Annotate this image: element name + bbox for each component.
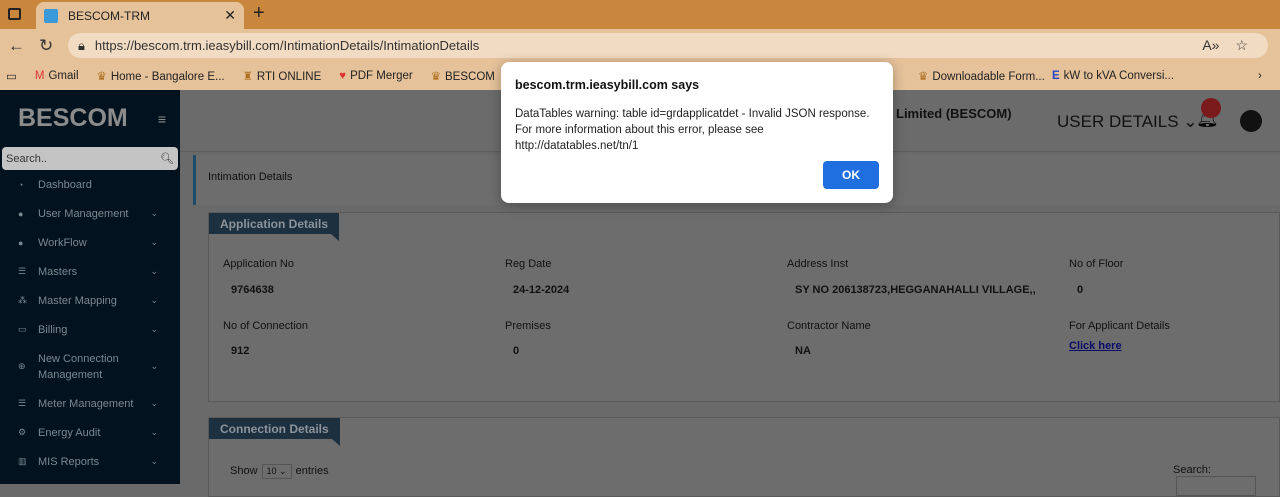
connection-details-panel: Connection Details Show 10 ⌄ entries Searc… — [208, 417, 1280, 497]
chevron-down-icon: ⌄ — [150, 208, 158, 218]
bookmark-bescom[interactable]: ♛ BESCOM — [431, 69, 495, 83]
bar-chart-icon: ▥ — [18, 456, 27, 466]
favorite-icon[interactable]: ☆ — [1235, 37, 1248, 54]
bookmark-rti[interactable]: ♜ RTI ONLINE — [243, 69, 322, 83]
dialog-message: DataTables warning: table id=grdapplicat… — [515, 108, 870, 152]
sidebar-item-meter-management[interactable]: ☰ Meter Management ⌄ — [0, 389, 180, 418]
sidebar-item-new-connection[interactable]: ⊕ New Connection Management ⌄ — [0, 344, 180, 389]
field-label: Contractor Name — [787, 320, 871, 332]
field-label: Reg Date — [505, 258, 552, 270]
url-text: https://bescom.trm.ieasybill.com/Intimat… — [94, 38, 480, 53]
panel-title: Connection Details — [209, 418, 340, 446]
ok-button[interactable]: OK — [823, 161, 879, 189]
sidebar-item-energy-audit[interactable]: ⚙ Energy Audit ⌄ — [0, 418, 180, 447]
list-icon: ☰ — [18, 398, 27, 408]
avatar[interactable] — [1240, 110, 1262, 132]
chevron-down-icon: ⌄ — [150, 427, 158, 437]
sidebar-item-workflow[interactable]: ● WorkFlow ⌄ — [0, 228, 180, 257]
bookmark-home[interactable]: ♛ Home - Bangalore E... — [97, 69, 225, 83]
field-value: 0 — [513, 345, 520, 357]
field-value: NA — [795, 345, 811, 357]
table-search-input[interactable] — [1176, 476, 1256, 496]
entries-control: Show 10 ⌄ entries — [230, 464, 329, 479]
bookmark-pdf[interactable]: ♥ PDF Merger — [339, 70, 412, 82]
close-tab-icon[interactable]: ✕ — [224, 7, 236, 24]
sidebar: BESCOM ≡ Search.. 🔍︎ ◔ Dashboard ● User Mana… — [0, 90, 180, 484]
dialog-title: bescom.trm.ieasybill.com says — [515, 78, 700, 92]
lock-icon: 🔒︎ — [78, 37, 85, 53]
panel-title: Application Details — [209, 213, 340, 241]
list-icon: ☰ — [18, 266, 27, 276]
reload-icon[interactable]: ↻ — [39, 36, 53, 56]
favicon-icon — [44, 8, 58, 23]
sidebar-item-dashboard[interactable]: ◔ Dashboard — [0, 170, 180, 199]
field-label: No of Connection — [223, 320, 308, 332]
window-icon[interactable] — [8, 8, 21, 20]
field-label: Application No — [223, 258, 294, 270]
notification-badge — [1201, 98, 1221, 118]
chevron-down-icon: ⌄ — [150, 324, 158, 334]
field-value: 9764638 — [231, 284, 274, 296]
field-value: SY NO 206138723,HEGGANAHALLI VILLAGE,, — [795, 284, 1036, 296]
field-value: 912 — [231, 345, 250, 357]
sidebar-item-billing[interactable]: ▭ Billing ⌄ — [0, 315, 180, 344]
menu-toggle-icon[interactable]: ≡ — [158, 111, 166, 127]
user-icon: ● — [18, 237, 24, 248]
bookmarks-icon[interactable]: ▭ — [6, 69, 17, 83]
field-label: No of Floor — [1069, 258, 1124, 270]
bookmark-gmail[interactable]: M Gmail — [35, 70, 79, 82]
search-icon[interactable]: 🔍︎ — [160, 152, 174, 165]
click-here-link[interactable]: Click here — [1069, 340, 1122, 352]
chevron-down-icon: ⌄ — [150, 266, 158, 276]
back-icon[interactable]: ← — [8, 36, 25, 56]
desktop-icon: ▭ — [18, 324, 27, 334]
field-value: 24-12-2024 — [513, 284, 570, 296]
field-label: For Applicant Details — [1069, 320, 1170, 332]
read-aloud-icon[interactable]: A» — [1202, 37, 1219, 54]
field-label: Address Inst — [787, 258, 849, 270]
sidebar-search[interactable]: Search.. 🔍︎ — [2, 147, 178, 170]
chevron-down-icon: ⌄ — [150, 237, 158, 247]
bookmark-forms[interactable]: ♛ Downloadable Form... — [918, 69, 1045, 83]
url-field[interactable]: 🔒︎ https://bescom.trm.ieasybill.com/Inti… — [68, 33, 1268, 58]
sidebar-item-user-management[interactable]: ● User Management ⌄ — [0, 199, 180, 228]
sidebar-item-mis-reports[interactable]: ▥ MIS Reports ⌄ — [0, 447, 180, 476]
entries-select[interactable]: 10 ⌄ — [261, 464, 292, 479]
chevron-down-icon: ⌄ — [150, 398, 158, 408]
address-bar-row: ← ↻ 🔒︎ https://bescom.trm.ieasybill.com/… — [0, 29, 1280, 62]
bookmark-kw[interactable]: EkW to kVA Conversi... — [1052, 70, 1174, 82]
tab-title: BESCOM-TRM — [68, 8, 150, 23]
tab-active[interactable]: BESCOM-TRM ✕ — [36, 2, 244, 29]
chevron-down-icon: ⌄ — [150, 361, 158, 371]
more-bookmarks-icon[interactable]: › — [1258, 70, 1262, 82]
chevron-down-icon: ⌄ — [150, 456, 158, 466]
tab-bar: BESCOM-TRM ✕ + — [0, 0, 1280, 29]
sitemap-icon: ⁂ — [18, 295, 27, 305]
logo: BESCOM — [18, 104, 128, 132]
table-search: Search: — [1173, 464, 1279, 496]
new-tab-button[interactable]: + — [253, 2, 265, 25]
alert-dialog: bescom.trm.ieasybill.com says DataTables… — [501, 62, 893, 203]
sidebar-item-master-mapping[interactable]: ⁂ Master Mapping ⌄ — [0, 286, 180, 315]
cogs-icon: ⚙ — [18, 427, 27, 437]
chevron-down-icon: ⌄ — [150, 295, 158, 305]
user-icon: ● — [18, 208, 24, 219]
user-details-dropdown[interactable]: USER DETAILS ⌄ — [1057, 112, 1198, 132]
org-title: Limited (BESCOM) — [896, 106, 1012, 121]
dashboard-icon: ◔ — [18, 179, 24, 190]
application-details-panel: Application Details Application No 97646… — [208, 212, 1280, 402]
sidebar-item-masters[interactable]: ☰ Masters ⌄ — [0, 257, 180, 286]
plus-circle-icon: ⊕ — [18, 361, 26, 371]
field-value: 0 — [1077, 284, 1084, 296]
field-label: Premises — [505, 320, 551, 332]
